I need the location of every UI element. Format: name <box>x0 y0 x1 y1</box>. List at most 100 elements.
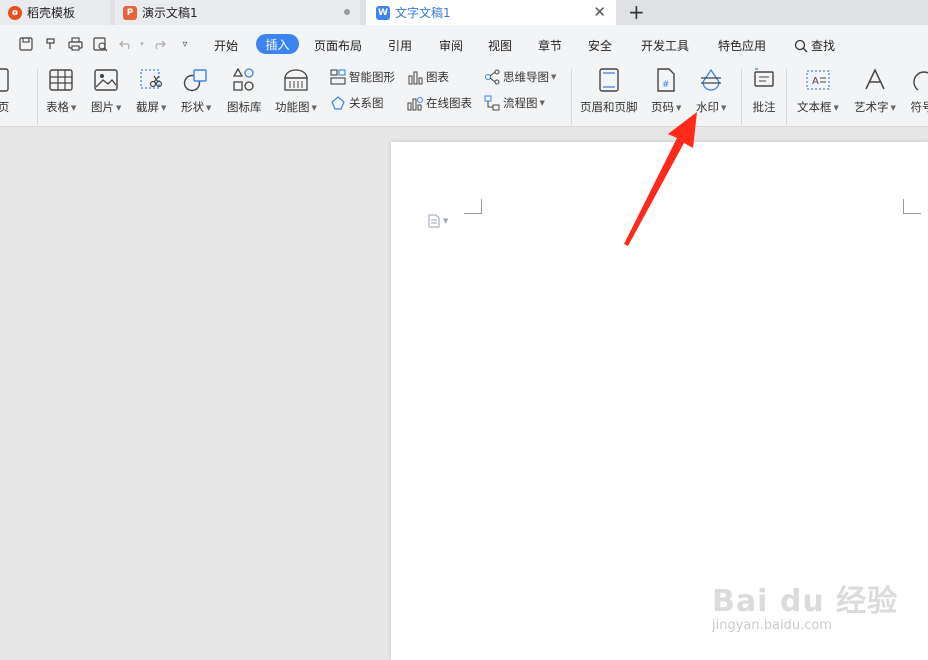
tab-label: 演示文稿1 <box>142 6 198 20</box>
online-chart-button[interactable]: 在线图表 <box>407 95 472 111</box>
menu-insert[interactable]: 插入 <box>256 34 299 54</box>
symbol-button[interactable]: 符号 <box>909 67 928 115</box>
mindmap-label: 思维导图 <box>503 70 549 84</box>
chart-label: 图表 <box>426 70 449 84</box>
shape-label: 形状 <box>181 100 204 114</box>
smart-shape-button[interactable]: 智能图形 <box>330 69 395 85</box>
bar-chart-icon <box>407 69 423 85</box>
svg-text:#: # <box>662 80 670 90</box>
writer-icon: W <box>376 5 390 20</box>
online-chart-icon <box>407 95 423 111</box>
tab-label: 稻壳模板 <box>27 6 76 20</box>
page-number-button[interactable]: # 页码 ▼ <box>651 67 681 115</box>
print-icon[interactable] <box>67 36 83 52</box>
watermark-label: 水印 <box>696 100 719 114</box>
page-number-label: 页码 <box>651 100 674 114</box>
function-chart-label: 功能图 <box>275 100 310 114</box>
table-label: 表格 <box>46 100 69 114</box>
textbox-button[interactable]: A 文本框 ▼ <box>797 67 839 115</box>
search-button[interactable]: 查找 <box>794 37 835 54</box>
shape-button[interactable]: 形状 ▼ <box>181 67 211 115</box>
flowchart-button[interactable]: 流程图 ▼ <box>484 95 545 111</box>
cover-page-label: 封面页 <box>0 100 10 114</box>
wordart-icon <box>862 67 888 93</box>
ribbon-separator <box>37 69 38 125</box>
table-button[interactable]: 表格 ▼ <box>46 67 76 115</box>
comment-icon <box>751 67 777 93</box>
tab-presentation[interactable]: P 演示文稿1 <box>115 0 360 25</box>
menu-security[interactable]: 安全 <box>588 37 612 54</box>
shape-icon <box>183 67 209 93</box>
cover-page-button[interactable]: 封面页 <box>0 67 12 115</box>
search-icon <box>794 39 808 52</box>
cover-page-icon <box>0 67 12 93</box>
textbox-icon: A <box>805 67 831 93</box>
watermark-url: jingyan.baidu.com <box>712 618 832 633</box>
header-footer-icon <box>596 67 622 93</box>
ribbon-separator <box>786 69 787 125</box>
icon-library-button[interactable]: 图标库 <box>227 67 262 115</box>
picture-button[interactable]: 图片 ▼ <box>91 67 121 115</box>
undo-icon[interactable] <box>118 36 134 52</box>
function-chart-icon <box>283 67 309 93</box>
tab-bar: ɷ 稻壳模板 P 演示文稿1 W 文字文稿1 ✕ + <box>0 0 928 25</box>
new-tab-icon[interactable]: + <box>628 0 645 25</box>
screenshot-icon <box>138 67 164 93</box>
save-icon[interactable] <box>18 36 34 52</box>
relation-chart-label: 关系图 <box>349 96 384 110</box>
menu-view[interactable]: 视图 <box>488 37 512 54</box>
symbol-label: 符号 <box>910 100 928 114</box>
tab-writer[interactable]: W 文字文稿1 ✕ <box>366 0 616 25</box>
docer-icon: ɷ <box>8 5 22 20</box>
redo-icon[interactable] <box>151 36 167 52</box>
format-painter-icon[interactable] <box>43 36 59 52</box>
smart-shape-label: 智能图形 <box>349 70 395 84</box>
comment-button[interactable]: 批注 <box>751 67 777 115</box>
flowchart-label: 流程图 <box>503 96 538 110</box>
textbox-label: 文本框 <box>797 100 832 114</box>
mindmap-button[interactable]: 思维导图 ▼ <box>484 69 556 85</box>
tab-docer[interactable]: ɷ 稻壳模板 <box>0 0 110 25</box>
page-number-icon: # <box>653 67 679 93</box>
wordart-button[interactable]: 艺术字 ▼ <box>854 67 896 115</box>
ribbon-separator <box>741 69 742 125</box>
baidu-jingyan-watermark: Bai du 经验 jingyan.baidu.com <box>712 576 898 633</box>
tab-label: 文字文稿1 <box>395 6 451 20</box>
presentation-icon: P <box>123 5 137 20</box>
picture-icon <box>93 67 119 93</box>
print-preview-icon[interactable] <box>92 36 108 52</box>
margin-corner-right <box>903 199 921 214</box>
screenshot-button[interactable]: 截屏 ▼ <box>136 67 166 115</box>
menu-bar: ▾ ▿ 开始 插入 页面布局 引用 审阅 视图 章节 安全 开发工具 特色应用 … <box>0 25 928 63</box>
menu-page-layout[interactable]: 页面布局 <box>314 37 362 54</box>
icon-library-label: 图标库 <box>227 100 262 114</box>
menu-review[interactable]: 审阅 <box>439 37 463 54</box>
margin-corner-left <box>464 199 482 214</box>
online-chart-label: 在线图表 <box>426 96 472 110</box>
menu-special-apps[interactable]: 特色应用 <box>718 37 766 54</box>
symbol-icon <box>909 67 928 93</box>
menu-chapter[interactable]: 章节 <box>538 37 562 54</box>
flowchart-icon <box>484 95 500 111</box>
menu-references[interactable]: 引用 <box>388 37 412 54</box>
watermark-button[interactable]: 水印 ▼ <box>696 67 726 115</box>
paragraph-layout-button[interactable]: ▼ <box>428 214 448 228</box>
ribbon-separator <box>571 69 572 125</box>
comment-label: 批注 <box>752 100 776 114</box>
chart-button[interactable]: 图表 <box>407 69 449 85</box>
screenshot-label: 截屏 <box>136 100 159 114</box>
wordart-label: 艺术字 <box>854 100 889 114</box>
menu-start[interactable]: 开始 <box>214 37 238 54</box>
customize-dropdown-icon[interactable]: ▿ <box>177 36 193 52</box>
relation-chart-button[interactable]: 关系图 <box>330 95 384 111</box>
header-footer-button[interactable]: 页眉和页脚 <box>580 67 638 115</box>
relation-chart-icon <box>330 95 346 111</box>
function-chart-button[interactable]: 功能图 ▼ <box>275 67 317 115</box>
smart-shape-icon <box>330 69 346 85</box>
undo-dropdown-icon[interactable]: ▾ <box>134 36 150 52</box>
menu-developer[interactable]: 开发工具 <box>641 37 689 54</box>
close-tab-icon[interactable]: ✕ <box>593 3 606 21</box>
watermark-icon <box>698 67 724 93</box>
icon-library-icon <box>231 67 257 93</box>
chevron-down-icon: ▼ <box>443 217 449 225</box>
